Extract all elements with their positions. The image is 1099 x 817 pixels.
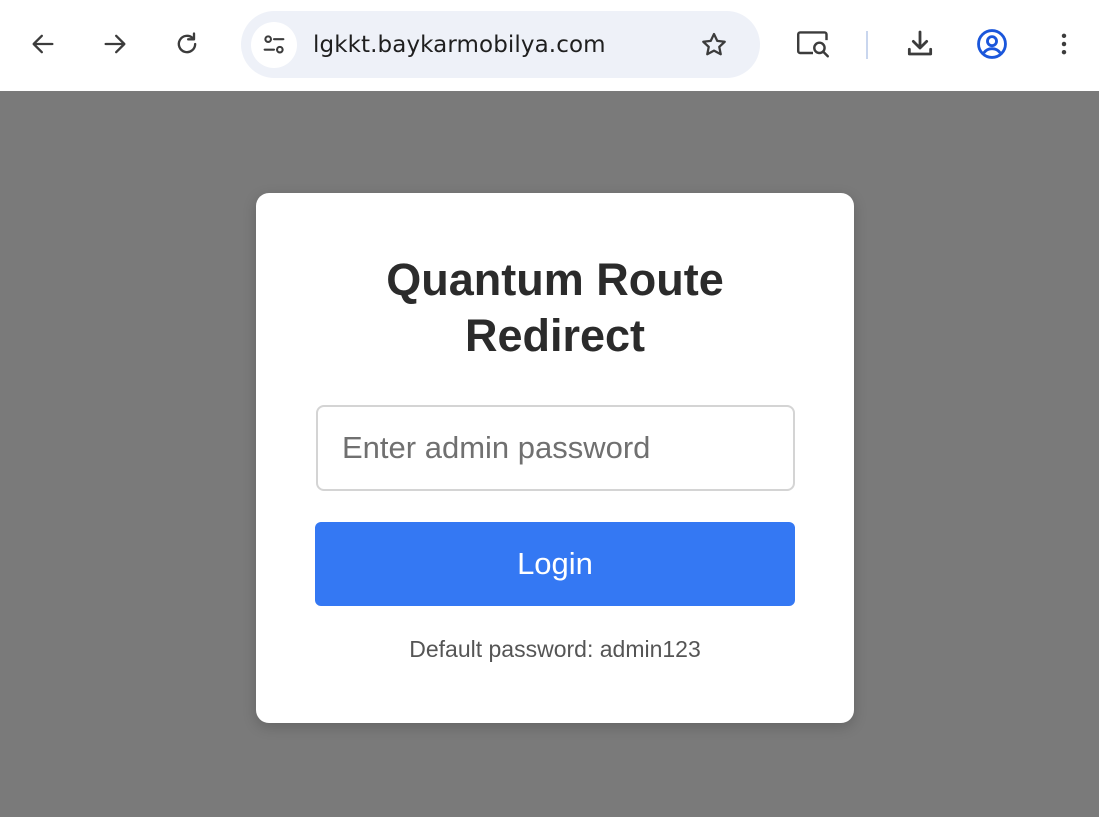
menu-button[interactable]: [1042, 22, 1086, 66]
toolbar-divider: [866, 31, 868, 59]
site-info-button[interactable]: [251, 22, 297, 68]
arrow-right-icon: [104, 34, 126, 54]
back-button[interactable]: [21, 22, 65, 66]
reload-icon: [177, 32, 197, 54]
tune-icon: [263, 35, 285, 54]
star-icon: [702, 32, 726, 56]
login-button[interactable]: Login: [315, 522, 795, 606]
download-icon: [907, 30, 933, 56]
search-page-button[interactable]: [791, 22, 835, 66]
account-circle-icon: [977, 29, 1007, 59]
download-button[interactable]: [898, 22, 942, 66]
page-title: Quantum Route Redirect: [386, 254, 724, 361]
password-input[interactable]: [316, 405, 795, 491]
arrow-left-icon: [32, 34, 54, 54]
bookmark-button[interactable]: [691, 22, 737, 68]
more-vert-icon: [1061, 33, 1067, 55]
default-password-hint: Default password: admin123: [409, 636, 701, 662]
browser-toolbar: lgkkt.baykarmobilya.com: [0, 0, 1099, 91]
address-bar[interactable]: lgkkt.baykarmobilya.com: [241, 11, 760, 78]
profile-button[interactable]: [970, 22, 1014, 66]
url-text[interactable]: lgkkt.baykarmobilya.com: [313, 31, 606, 59]
search-page-icon: [796, 31, 830, 58]
reload-button[interactable]: [165, 22, 209, 66]
forward-button[interactable]: [93, 22, 137, 66]
